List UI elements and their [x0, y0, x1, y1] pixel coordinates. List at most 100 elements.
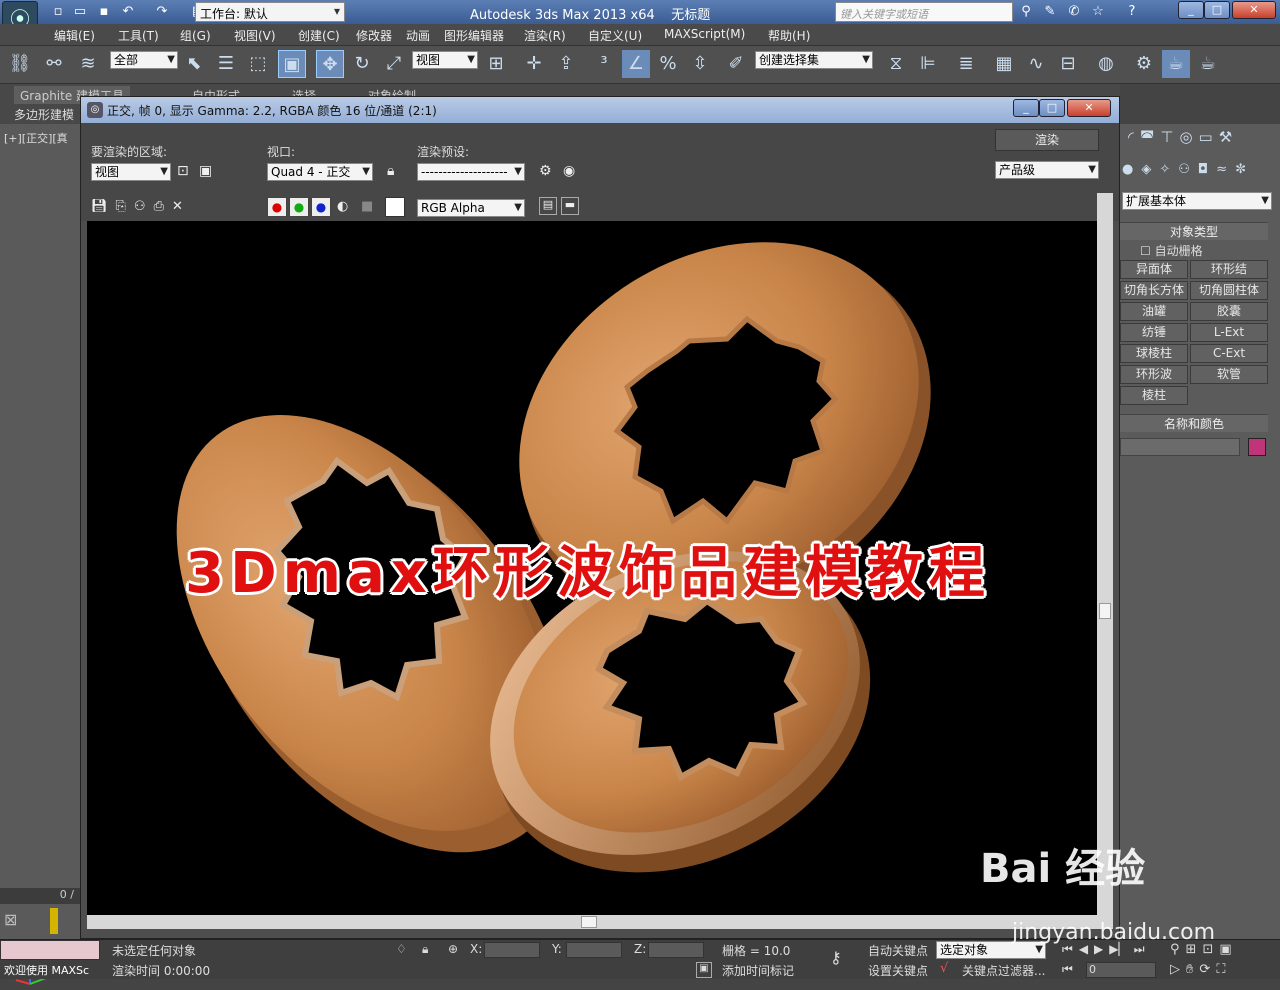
- clone-window-icon[interactable]: ⚇: [134, 199, 146, 214]
- green-channel-toggle[interactable]: ●: [289, 197, 309, 217]
- maximize-button[interactable]: □: [1204, 1, 1230, 19]
- lock-icon[interactable]: 🔒︎: [387, 163, 394, 179]
- binoculars-icon[interactable]: ⚲: [1016, 3, 1036, 21]
- geometry-icon[interactable]: ●: [1122, 162, 1133, 182]
- menu-tools[interactable]: 工具(T): [118, 27, 159, 44]
- red-channel-toggle[interactable]: ●: [267, 197, 287, 217]
- menu-help[interactable]: 帮助(H): [768, 27, 810, 44]
- percent-snap-icon[interactable]: %: [654, 50, 682, 78]
- edit-named-selection-icon[interactable]: ✐: [722, 50, 750, 78]
- display-channel-dropdown[interactable]: RGB Alpha ▼: [417, 199, 525, 217]
- gengon-button[interactable]: 球棱柱: [1120, 344, 1188, 363]
- search-input[interactable]: 键入关键字或短语: [835, 2, 1013, 22]
- zoom-extents-all-icon[interactable]: ▣: [1219, 942, 1231, 957]
- favorites-star-icon[interactable]: ☆: [1088, 3, 1108, 21]
- reference-coordinate-dropdown[interactable]: 视图 ▼: [412, 51, 478, 69]
- menu-group[interactable]: 组(G): [180, 27, 211, 44]
- redo-icon[interactable]: ↷: [152, 3, 172, 21]
- cameras-icon[interactable]: ⚇: [1178, 162, 1190, 182]
- close-button[interactable]: ✕: [1232, 1, 1276, 19]
- menu-edit[interactable]: 编辑(E): [54, 27, 95, 44]
- menu-animation[interactable]: 动画: [406, 27, 430, 44]
- subscription-icon[interactable]: ✎: [1040, 3, 1060, 21]
- l-ext-button[interactable]: L-Ext: [1190, 323, 1268, 342]
- horizontal-scroll-thumb[interactable]: [581, 916, 597, 928]
- select-object-icon[interactable]: ⬉: [180, 50, 208, 78]
- object-category-dropdown[interactable]: 扩展基本体 ▼: [1122, 192, 1272, 210]
- time-tag-icon[interactable]: ▣: [696, 962, 712, 978]
- save-file-icon[interactable]: ▪: [94, 3, 114, 21]
- render-setup-small-icon[interactable]: ⚙: [539, 163, 552, 179]
- welcome-text[interactable]: 欢迎使用 MAXSc: [4, 962, 89, 978]
- minimize-button[interactable]: _: [1178, 1, 1204, 19]
- move-icon[interactable]: ✥: [316, 50, 344, 78]
- auto-key-button[interactable]: 自动关键点: [868, 942, 928, 959]
- add-time-tag-button[interactable]: 添加时间标记: [722, 962, 794, 979]
- spacewarps-icon[interactable]: ≈: [1216, 162, 1227, 182]
- render-window-minimize-button[interactable]: _: [1013, 99, 1039, 117]
- object-color-swatch[interactable]: [1248, 438, 1266, 456]
- utilities-tab-icon[interactable]: ⚒: [1219, 128, 1232, 154]
- field-of-view-icon[interactable]: ▷: [1170, 962, 1180, 977]
- isolate-selection-icon[interactable]: ♢: [396, 942, 407, 956]
- layer-manager-icon[interactable]: ≣: [952, 50, 980, 78]
- toggle-ui-icon[interactable]: ▬: [561, 197, 579, 215]
- y-coord-field[interactable]: [566, 942, 622, 958]
- viewport-left-strip[interactable]: [+][正交][真: [0, 124, 80, 985]
- graphite-toggle-icon[interactable]: ▦: [990, 50, 1018, 78]
- helpers-icon[interactable]: ◘: [1198, 162, 1208, 182]
- ringwave-button[interactable]: 环形波: [1120, 365, 1188, 384]
- absolute-mode-icon[interactable]: ⊕: [448, 942, 458, 956]
- undo-icon[interactable]: ↶: [118, 3, 138, 21]
- prism-button[interactable]: 棱柱: [1120, 386, 1188, 405]
- toggle-ui-overlay-icon[interactable]: ▤: [539, 197, 557, 215]
- object-name-field[interactable]: [1120, 438, 1240, 456]
- horizontal-scrollbar[interactable]: [87, 915, 1113, 929]
- schematic-view-icon[interactable]: ⊟: [1054, 50, 1082, 78]
- keyboard-shortcut-override-icon[interactable]: ⇪: [552, 50, 580, 78]
- x-coord-field[interactable]: [484, 942, 540, 958]
- render-window-close-button[interactable]: ✕: [1067, 99, 1111, 117]
- edit-region-icon[interactable]: ⊡: [177, 163, 189, 179]
- menu-rendering[interactable]: 渲染(R): [524, 27, 566, 44]
- viewport-label[interactable]: [+][正交][真: [4, 130, 68, 146]
- viewport-dropdown[interactable]: Quad 4 - 正交 ▼: [267, 163, 373, 181]
- pivot-center-icon[interactable]: ⊞: [482, 50, 510, 78]
- modify-tab-icon[interactable]: ◚: [1140, 128, 1155, 154]
- auto-region-icon[interactable]: ▣: [199, 163, 212, 179]
- key-mode-toggle-icon[interactable]: ⏮: [1062, 962, 1073, 977]
- current-frame-field[interactable]: 0: [1086, 962, 1156, 978]
- render-button[interactable]: 渲染: [995, 129, 1099, 151]
- scale-icon[interactable]: ⤢: [380, 50, 408, 78]
- z-coord-field[interactable]: [648, 942, 704, 958]
- set-key-icon[interactable]: ⚷: [830, 948, 842, 967]
- snaps-toggle-icon[interactable]: ³: [590, 50, 618, 78]
- chamfer-box-button[interactable]: 切角长方体: [1120, 281, 1188, 300]
- menu-maxscript[interactable]: MAXScript(M): [664, 27, 745, 41]
- chamfer-cyl-button[interactable]: 切角圆柱体: [1190, 281, 1268, 300]
- create-tab-icon[interactable]: ◜: [1128, 128, 1134, 154]
- lights-icon[interactable]: ✧: [1159, 162, 1170, 182]
- save-image-icon[interactable]: 💾︎: [91, 199, 108, 214]
- menu-create[interactable]: 创建(C): [298, 27, 340, 44]
- time-slider-thumb[interactable]: [50, 908, 58, 934]
- rendered-frame-window-icon[interactable]: ☕: [1162, 50, 1190, 78]
- selection-lock-icon[interactable]: 🔒︎: [422, 942, 428, 957]
- menu-views[interactable]: 视图(V): [234, 27, 276, 44]
- vertical-scroll-thumb[interactable]: [1099, 603, 1111, 619]
- window-crossing-icon[interactable]: ▣: [278, 50, 306, 78]
- shapes-icon[interactable]: ◈: [1141, 162, 1151, 182]
- spinner-snap-icon[interactable]: ⇳: [686, 50, 714, 78]
- rect-selection-icon[interactable]: ⬚: [244, 50, 272, 78]
- curve-editor-icon[interactable]: ∿: [1022, 50, 1050, 78]
- align-icon[interactable]: ⊫: [914, 50, 942, 78]
- display-tab-icon[interactable]: ▭: [1199, 128, 1213, 154]
- area-to-render-dropdown[interactable]: 视图 ▼: [91, 163, 171, 181]
- vertical-scrollbar[interactable]: [1097, 193, 1113, 915]
- selection-filter-dropdown[interactable]: 全部 ▼: [110, 51, 178, 69]
- environment-icon[interactable]: ◉: [563, 163, 575, 179]
- material-editor-icon[interactable]: ◍: [1092, 50, 1120, 78]
- select-by-name-icon[interactable]: ☰: [212, 50, 240, 78]
- menu-modifiers[interactable]: 修改器: [356, 27, 392, 44]
- unlink-icon[interactable]: ⚯: [40, 50, 68, 78]
